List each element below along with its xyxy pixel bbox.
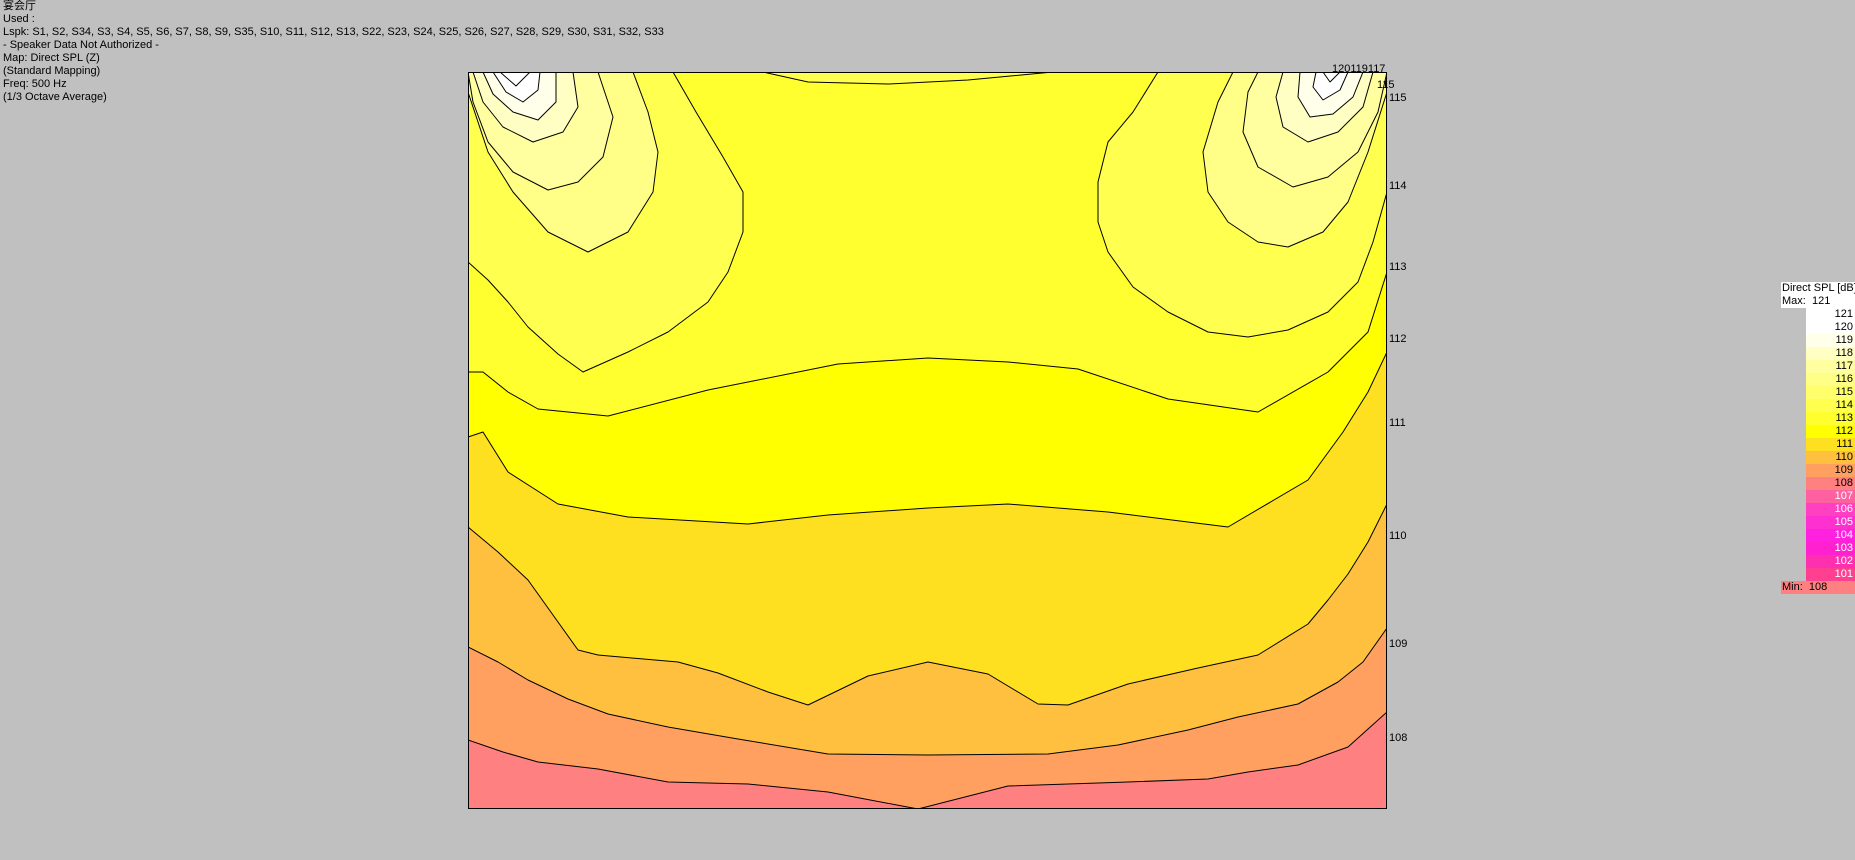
contour-label-108: 108 (1389, 732, 1408, 744)
legend-level-103: 103 (1806, 542, 1855, 555)
legend-min: Min: 108 (1781, 581, 1855, 594)
legend-level-108: 108 (1806, 477, 1855, 490)
contour-label-109: 109 (1389, 638, 1408, 650)
contour-label-115b: 115 (1389, 92, 1407, 104)
contour-label-top: 120119117 (1332, 63, 1386, 75)
legend-level-121: 121 (1806, 308, 1855, 321)
legend-level-111: 111 (1806, 438, 1855, 451)
map-type: Map: Direct SPL (Z) (3, 52, 100, 64)
legend-level-117: 117 (1806, 360, 1855, 373)
spl-contour-map[interactable] (468, 72, 1387, 809)
legend-level-110: 110 (1806, 451, 1855, 464)
loudspeaker-list: Lspk: S1, S2, S34, S3, S4, S5, S6, S7, S… (3, 26, 664, 38)
room-name: 宴会厅 (3, 0, 36, 12)
legend-level-106: 106 (1806, 503, 1855, 516)
contour-map-graphic (468, 72, 1387, 809)
legend-level-116: 116 (1806, 373, 1855, 386)
legend-min-value: 108 (1808, 581, 1828, 593)
contour-label-115a: 115 (1377, 79, 1395, 91)
legend-title: Direct SPL [dB] (1782, 282, 1855, 294)
legend-scale: 121 120 119 118 117 116 115 114 113 112 111 110 109 1… (1806, 308, 1855, 581)
contour-label-112: 112 (1389, 333, 1407, 345)
legend-level-105: 105 (1806, 516, 1855, 529)
legend-max: Max: 121 (1782, 295, 1855, 308)
legend-level-120: 120 (1806, 321, 1855, 334)
legend-level-109: 109 (1806, 464, 1855, 477)
legend-level-113: 113 (1806, 412, 1855, 425)
legend-level-101: 101 (1806, 568, 1855, 581)
used-label: Used : (3, 13, 35, 25)
legend-level-118: 118 (1806, 347, 1855, 360)
legend-level-107: 107 (1806, 490, 1855, 503)
legend-level-104: 104 (1806, 529, 1855, 542)
contour-label-111: 111 (1389, 417, 1406, 429)
contour-label-110: 110 (1389, 530, 1407, 542)
legend-max-label: Max: (1782, 295, 1806, 307)
color-legend: Direct SPL [dB] Max: 121 121 120 119 118 117… (1781, 282, 1855, 594)
contour-label-113: 113 (1389, 261, 1407, 273)
legend-level-115: 115 (1806, 386, 1855, 399)
legend-level-114: 114 (1806, 399, 1855, 412)
contour-label-114: 114 (1389, 180, 1407, 192)
legend-level-112: 112 (1806, 425, 1855, 438)
legend-level-119: 119 (1806, 334, 1855, 347)
legend-max-value: 121 (1811, 295, 1831, 307)
legend-level-102: 102 (1806, 555, 1855, 568)
authorization-note: - Speaker Data Not Authorized - (3, 39, 159, 51)
legend-min-label: Min: (1782, 581, 1803, 593)
